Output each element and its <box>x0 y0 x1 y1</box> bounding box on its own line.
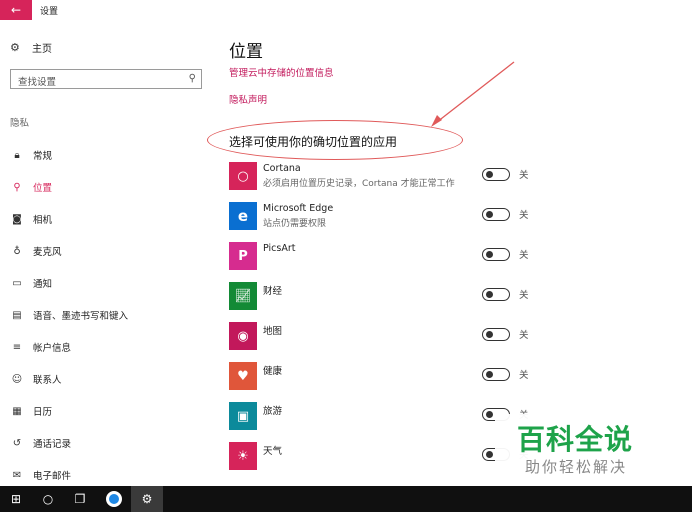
sidebar-item-label: 相机 <box>33 215 53 226</box>
back-button[interactable]: ← <box>0 0 32 20</box>
finance-icon: 📈︎ <box>229 282 257 310</box>
sidebar-item-speech[interactable]: ▤ 语音、墨迹书写和键入 <box>10 299 205 331</box>
home-label: 主页 <box>32 44 52 55</box>
manage-cloud-location-link[interactable]: 管理云中存储的位置信息 <box>229 65 334 79</box>
app-name: 财经 <box>263 286 283 297</box>
location-toggle[interactable] <box>482 328 510 341</box>
sidebar-item-microphone[interactable]: ♁ 麦克风 <box>10 235 205 267</box>
browser-icon[interactable] <box>98 486 130 512</box>
notification-icon: ▭ <box>12 277 22 289</box>
app-row-health: ♥ 健康 关 <box>229 358 692 398</box>
email-icon: ✉ <box>12 469 22 481</box>
app-row-finance: 📈︎ 财经 关 <box>229 278 692 318</box>
location-toggle[interactable] <box>482 248 510 261</box>
app-name: Microsoft Edge <box>263 203 334 214</box>
taskbar: ⊞ ○ ❐ ⚙ <box>0 486 692 512</box>
app-name: Cortana <box>263 163 301 174</box>
sidebar-item-notifications[interactable]: ▭ 通知 <box>10 267 205 299</box>
cortana-icon: ○ <box>229 162 257 190</box>
location-toggle[interactable] <box>482 368 510 381</box>
home-gear-icon: ⚙ <box>10 41 20 54</box>
app-row-maps: ◉ 地图 关 <box>229 318 692 358</box>
sidebar-item-account-info[interactable]: ≡ 帐户信息 <box>10 331 205 363</box>
camera-icon: ◙ <box>12 213 22 225</box>
sidebar-item-location[interactable]: ⚲ 位置 <box>10 171 205 203</box>
sidebar-item-label: 电子邮件 <box>33 471 72 482</box>
home-nav-item[interactable]: ⚙ 主页 <box>10 40 52 55</box>
task-view-icon[interactable]: ❐ <box>64 486 96 512</box>
watermark: 百科全说 助你轻松解决 <box>495 414 667 486</box>
clipboard-icon: ▤ <box>12 309 22 321</box>
app-name: 天气 <box>263 446 283 457</box>
microphone-icon: ♁ <box>13 245 21 257</box>
window-title: 设置 <box>40 7 59 17</box>
sidebar-item-general[interactable]: 🔒︎ 常规 <box>10 139 205 171</box>
toggle-state-label: 关 <box>519 370 529 381</box>
sidebar-item-label: 语音、墨迹书写和键入 <box>33 311 129 322</box>
sidebar-item-contacts[interactable]: ☺ 联系人 <box>10 363 205 395</box>
sidebar-item-label: 通话记录 <box>33 439 72 450</box>
search-placeholder: 查找设置 <box>18 77 57 88</box>
sidebar-item-label: 常规 <box>33 151 53 162</box>
location-toggle[interactable] <box>482 168 510 181</box>
health-icon: ♥ <box>229 362 257 390</box>
edge-icon: e <box>229 202 257 230</box>
toggle-state-label: 关 <box>519 210 529 221</box>
watermark-main: 百科全说 <box>517 423 634 456</box>
contacts-icon: ☺ <box>11 373 23 385</box>
sidebar-nav: 🔒︎ 常规 ⚲ 位置 ◙ 相机 ♁ 麦克风 ▭ 通知 ▤ 语音、墨迹书写和键入 … <box>10 139 205 491</box>
sidebar-item-camera[interactable]: ◙ 相机 <box>10 203 205 235</box>
app-name: 地图 <box>263 326 283 337</box>
section-label-privacy: 隐私 <box>10 118 30 129</box>
annotation-arrow <box>431 61 515 127</box>
app-name: PicsArt <box>263 243 296 254</box>
app-desc: 必须启用位置历史记录，Cortana 才能正常工作 <box>263 179 455 189</box>
page-title: 位置 <box>229 42 263 62</box>
call-history-icon: ↺ <box>12 437 22 449</box>
picsart-icon: P <box>229 242 257 270</box>
travel-icon: ▣ <box>229 402 257 430</box>
sidebar-item-label: 位置 <box>33 183 53 194</box>
sidebar-item-label: 通知 <box>33 279 53 290</box>
sidebar-item-call-history[interactable]: ↺ 通话记录 <box>10 427 205 459</box>
title-bar: ← 设置 <box>0 0 692 20</box>
cortana-search-icon[interactable]: ○ <box>32 486 64 512</box>
calendar-icon: ▦ <box>12 405 22 417</box>
back-arrow-icon: ← <box>10 3 22 17</box>
app-row-cortana: ○ Cortana 必须启用位置历史记录，Cortana 才能正常工作 关 <box>229 158 692 198</box>
sidebar-item-calendar[interactable]: ▦ 日历 <box>10 395 205 427</box>
search-icon: ⚲ <box>188 73 196 84</box>
sidebar-item-label: 日历 <box>33 407 53 418</box>
lock-icon: 🔒︎ <box>14 149 20 161</box>
location-icon: ⚲ <box>13 181 21 193</box>
toggle-state-label: 关 <box>519 290 529 301</box>
maps-icon: ◉ <box>229 322 257 350</box>
sidebar-item-label: 麦克风 <box>33 247 62 258</box>
windows-start-icon[interactable]: ⊞ <box>0 486 32 512</box>
account-info-icon: ≡ <box>12 341 22 353</box>
location-toggle[interactable] <box>482 288 510 301</box>
location-toggle[interactable] <box>482 208 510 221</box>
section-subtitle: 选择可使用你的确切位置的应用 <box>229 135 398 149</box>
toggle-state-label: 关 <box>519 250 529 261</box>
sidebar: ⚙ 主页 查找设置 ⚲ 隐私 🔒︎ 常规 ⚲ 位置 ◙ 相机 ♁ 麦克风 ▭ 通… <box>0 20 210 486</box>
app-row-picsart: P PicsArt 关 <box>229 238 692 278</box>
app-name: 健康 <box>263 366 283 377</box>
privacy-statement-link[interactable]: 隐私声明 <box>229 92 267 106</box>
toggle-state-label: 关 <box>519 170 529 181</box>
search-input[interactable]: 查找设置 ⚲ <box>10 69 202 89</box>
app-row-edge: e Microsoft Edge 站点仍需要权限 关 <box>229 198 692 238</box>
toggle-state-label: 关 <box>519 330 529 341</box>
weather-icon: ☀ <box>229 442 257 470</box>
app-desc: 站点仍需要权限 <box>263 219 327 229</box>
sidebar-item-label: 联系人 <box>33 375 62 386</box>
watermark-sub: 助你轻松解决 <box>525 458 628 476</box>
settings-gear-icon[interactable]: ⚙ <box>131 486 163 512</box>
sidebar-item-label: 帐户信息 <box>33 343 72 354</box>
app-name: 旅游 <box>263 406 283 417</box>
